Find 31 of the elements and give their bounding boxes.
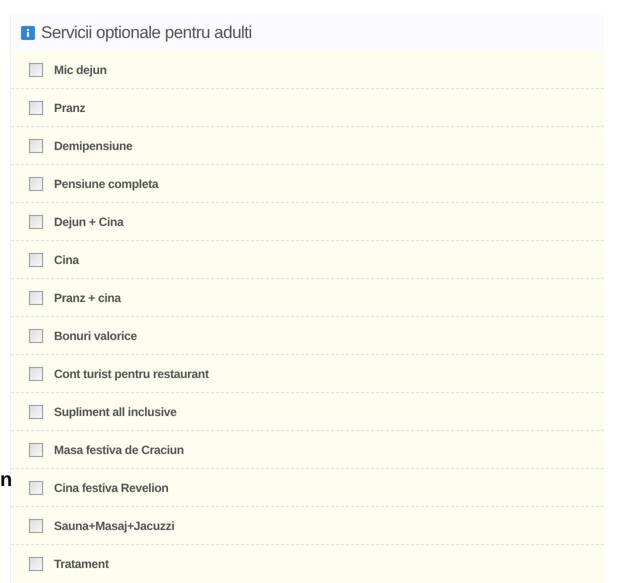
option-label: Supliment all inclusive [54, 404, 176, 420]
checkbox[interactable] [29, 252, 43, 266]
checkbox[interactable] [29, 442, 43, 456]
checkbox[interactable] [29, 557, 43, 571]
option-label: Tratament [54, 556, 109, 573]
option-label: Pranz + cina [54, 290, 121, 306]
cut-text: n [0, 470, 12, 490]
checkbox[interactable] [29, 480, 43, 494]
checkbox[interactable] [29, 518, 43, 532]
panel-title: Servicii optionale pentru adulti [41, 22, 252, 44]
checkbox[interactable] [29, 404, 43, 418]
checkbox[interactable] [29, 366, 43, 380]
checkbox[interactable] [29, 100, 43, 114]
checkbox[interactable] [29, 176, 43, 190]
checkbox[interactable] [29, 290, 43, 304]
option-label: Masa festiva de Craciun [54, 442, 184, 458]
checkbox[interactable] [29, 328, 43, 342]
option-label: Dejun + Cina [54, 214, 124, 230]
info-icon [21, 26, 35, 40]
checkbox[interactable] [29, 214, 43, 228]
option-label: Sauna+Masaj+Jacuzzi [54, 518, 174, 534]
option-label: Pranz [54, 100, 86, 116]
option-label: Cina [54, 252, 79, 268]
option-label: Cont turist pentru restaurant [54, 366, 209, 382]
option-label: Demipensiune [54, 138, 132, 154]
option-label: Pensiune completa [54, 176, 158, 192]
checkbox[interactable] [29, 138, 43, 152]
checkbox[interactable] [29, 62, 43, 76]
option-label: Cina festiva Revelion [54, 480, 168, 496]
option-label: Bonuri valorice [54, 328, 137, 344]
option-label: Mic dejun [54, 62, 107, 78]
